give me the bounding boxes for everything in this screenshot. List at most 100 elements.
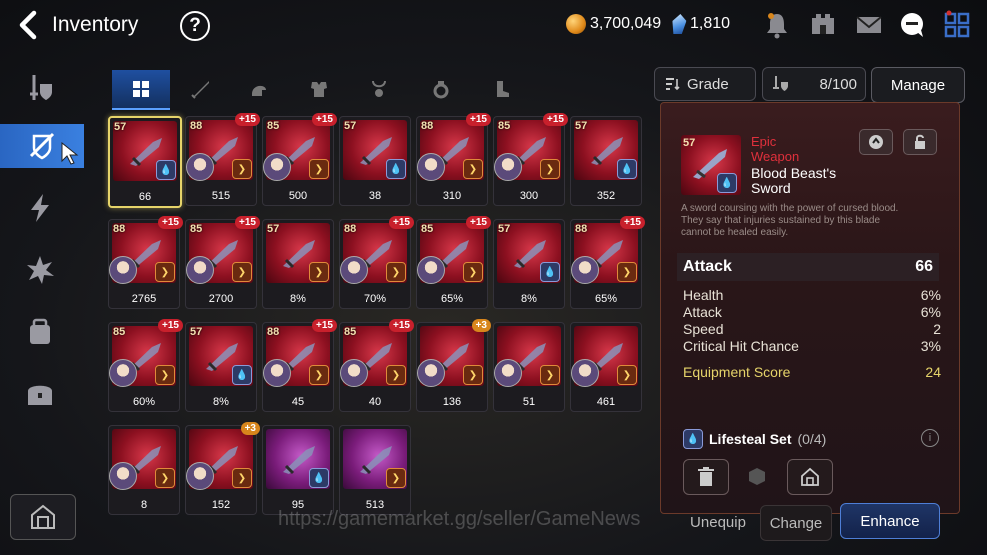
inventory-item[interactable]: 88 +15 ❯ 70%: [339, 216, 414, 309]
menu-grid-icon[interactable]: [942, 10, 972, 40]
delete-button[interactable]: [683, 459, 729, 495]
chat-icon[interactable]: [897, 10, 927, 40]
substat-label: Critical Hit Chance: [683, 338, 799, 354]
inventory-item[interactable]: 85 +15 ❯ 65%: [416, 216, 491, 309]
equipped-hero-avatar: [109, 256, 137, 284]
inventory-item[interactable]: 85 +15 ❯ 300: [493, 113, 568, 206]
enhance-level-badge: +15: [466, 113, 491, 126]
item-main-stat: 152: [211, 499, 231, 511]
barracks-icon[interactable]: [808, 10, 838, 40]
inventory-item[interactable]: 88 +15 ❯ 310: [416, 113, 491, 206]
sidebar-item-chests[interactable]: [14, 372, 66, 416]
item-level: 57: [190, 326, 203, 338]
item-main-stat: 300: [519, 190, 539, 202]
inventory-item[interactable]: 57 💧 38: [339, 116, 411, 206]
set-badge-icon: ❯: [386, 365, 406, 385]
set-badge-icon: 💧: [232, 365, 252, 385]
equipped-hero-avatar: [340, 256, 368, 284]
inventory-item[interactable]: 57 💧 8%: [185, 322, 257, 412]
sort-label: Grade: [687, 75, 729, 93]
equipment-score-label: Equipment Score: [683, 364, 791, 380]
set-badge-icon: ❯: [540, 365, 560, 385]
sidebar-item-materials[interactable]: [14, 310, 66, 354]
inventory-item[interactable]: ❯ 513: [339, 425, 411, 515]
inventory-item[interactable]: 57 💧 8%: [493, 219, 565, 309]
store-button[interactable]: [787, 459, 833, 495]
extract-button[interactable]: [735, 459, 779, 493]
inventory-item[interactable]: 85 +15 ❯ 40: [339, 319, 414, 412]
lock-button[interactable]: [903, 129, 937, 155]
inventory-item[interactable]: ❯ 461: [570, 322, 642, 412]
tab-weapon[interactable]: [172, 70, 230, 108]
item-level: 57: [344, 120, 357, 132]
inventory-item[interactable]: 💧 95: [262, 425, 334, 515]
tab-all[interactable]: [112, 70, 170, 110]
set-badge-icon: ❯: [386, 468, 406, 488]
item-main-stat: 51: [522, 396, 536, 408]
sort-grade-button[interactable]: Grade: [654, 67, 756, 101]
sidebar-item-artifacts[interactable]: [14, 186, 66, 230]
equipped-hero-avatar: [417, 256, 445, 284]
inventory-item[interactable]: 85 +15 ❯ 60%: [108, 319, 183, 412]
inventory-item[interactable]: +3 ❯ 136: [416, 319, 491, 412]
inventory-item[interactable]: +3 ❯ 152: [185, 422, 260, 515]
equipped-hero-avatar: [263, 153, 291, 181]
item-main-stat: 65%: [440, 293, 464, 305]
tab-boots[interactable]: [472, 70, 530, 108]
help-icon[interactable]: ?: [180, 11, 210, 41]
set-info-icon[interactable]: i: [921, 429, 939, 447]
inventory-item[interactable]: ❯ 8: [108, 425, 180, 515]
enhance-level-badge: +15: [235, 113, 260, 126]
enhance-level-badge: +15: [312, 113, 337, 126]
inventory-item[interactable]: 88 +15 ❯ 65%: [570, 216, 645, 309]
enhance-button[interactable]: Enhance: [840, 503, 940, 539]
storage-button[interactable]: [10, 494, 76, 540]
main-stat-value: 66: [915, 258, 933, 275]
change-button[interactable]: Change: [760, 505, 832, 541]
inventory-item[interactable]: 57 ❯ 8%: [262, 219, 334, 309]
crystal-amount: 1,810: [690, 15, 731, 32]
equipped-hero-avatar: [109, 359, 137, 387]
inventory-item[interactable]: 57 💧 66: [108, 116, 182, 208]
weapon-icon: [191, 81, 209, 99]
bell-icon[interactable]: [762, 10, 792, 40]
inventory-item[interactable]: 57 💧 352: [570, 116, 642, 206]
inventory-item[interactable]: 88 +15 ❯ 45: [262, 319, 337, 412]
burst-icon: [27, 256, 54, 284]
cursor-icon: [61, 142, 79, 165]
chest-icon: [28, 385, 52, 405]
set-badge-icon: ❯: [617, 365, 637, 385]
unequip-button[interactable]: Unequip: [682, 505, 754, 539]
set-badge-icon: 💧: [540, 262, 560, 282]
equipped-hero-avatar: [263, 359, 291, 387]
set-badge-icon: ❯: [155, 365, 175, 385]
bag-icon: [30, 318, 50, 344]
inventory-item[interactable]: 85 +15 ❯ 500: [262, 113, 337, 206]
item-level: 57: [575, 120, 588, 132]
inventory-item[interactable]: 88 +15 ❯ 515: [185, 113, 260, 206]
item-level: 85: [190, 223, 203, 235]
tab-ring[interactable]: [412, 70, 470, 108]
item-main-stat: 70%: [363, 293, 387, 305]
enhance-level-badge: +15: [158, 319, 183, 332]
inventory-item[interactable]: 88 +15 ❯ 2765: [108, 216, 183, 309]
inventory-item[interactable]: ❯ 51: [493, 322, 565, 412]
manage-button[interactable]: Manage: [871, 67, 965, 103]
lifesteal-set-icon: 💧: [683, 429, 703, 449]
back-arrow-icon[interactable]: [14, 10, 44, 40]
main-stat-row: Attack 66: [677, 253, 939, 281]
item-main-stat: 8: [140, 499, 148, 511]
item-main-stat: 65%: [594, 293, 618, 305]
gold-counter: 3,700,049: [566, 14, 661, 34]
tab-helmet[interactable]: [230, 70, 288, 108]
item-detail-panel: 57 💧 Epic Weapon Blood Beast's Sword A s…: [660, 102, 960, 514]
inventory-item[interactable]: 85 +15 ❯ 2700: [185, 216, 260, 309]
tab-armor[interactable]: [290, 70, 348, 108]
mail-icon[interactable]: [854, 10, 884, 40]
share-button[interactable]: [859, 129, 893, 155]
sidebar-item-catalysts[interactable]: [14, 248, 66, 292]
unlock-icon: [915, 134, 925, 149]
set-info: 💧 Lifesteal Set (0/4): [683, 429, 826, 449]
tab-necklace[interactable]: [350, 70, 408, 108]
sidebar-item-equipment[interactable]: [14, 66, 66, 110]
